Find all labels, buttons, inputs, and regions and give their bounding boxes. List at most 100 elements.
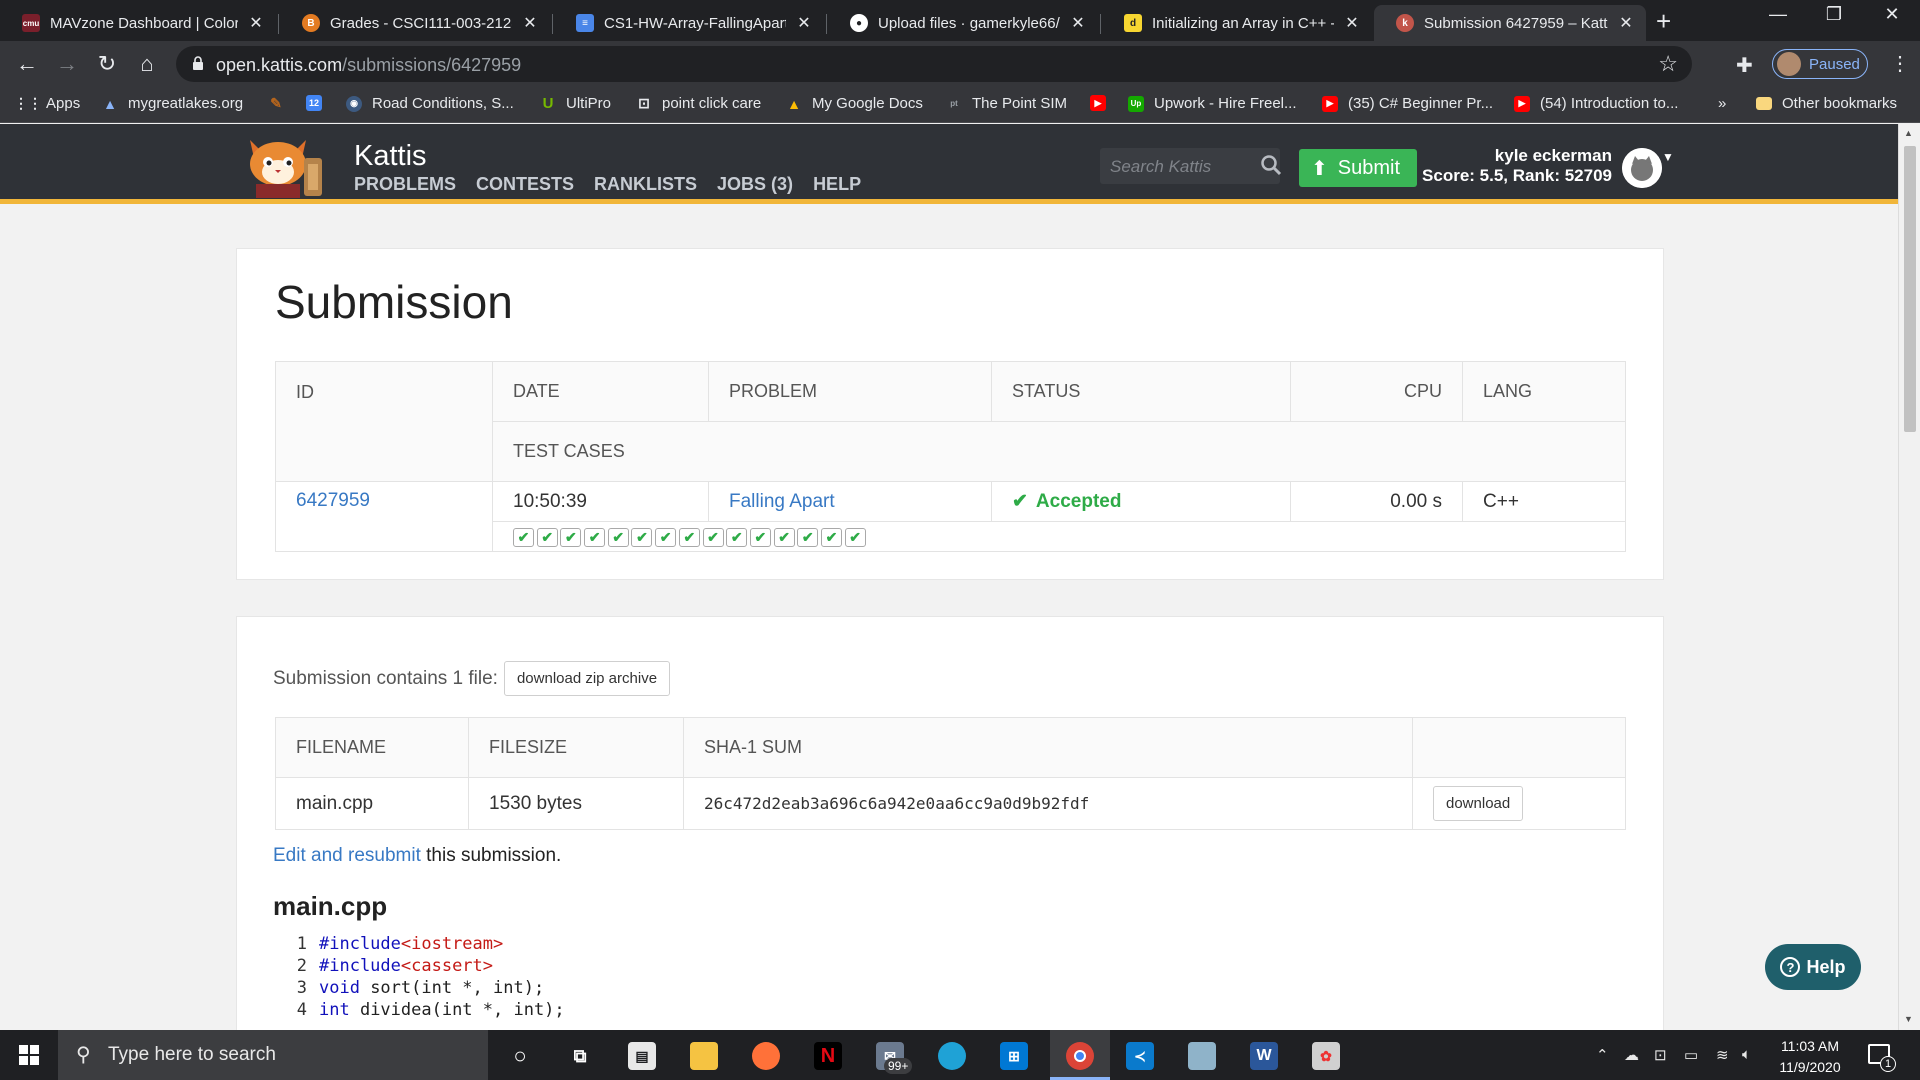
taskbar-search-input[interactable]: ⚲ Type here to search	[58, 1030, 488, 1080]
problem-link[interactable]: Falling Apart	[729, 491, 835, 512]
browser-tab[interactable]: d Initializing an Array in C++ - ✕	[1102, 5, 1372, 41]
test-case-passed-icon[interactable]: ✔	[726, 527, 748, 547]
avatar[interactable]	[1622, 148, 1662, 188]
test-case-passed-icon[interactable]: ✔	[773, 527, 795, 547]
test-case-passed-icon[interactable]: ✔	[631, 527, 653, 547]
nav-ranklists[interactable]: RANKLISTS	[594, 174, 697, 195]
tray-app-icon[interactable]: ⊡	[1654, 1046, 1667, 1064]
test-case-passed-icon[interactable]: ✔	[844, 527, 866, 547]
volume-icon[interactable]: 🔈︎	[1742, 1046, 1751, 1063]
menu-icon[interactable]: ⋮	[1890, 51, 1910, 76]
bookmark-pointclickcare[interactable]: ⊡ point click care	[636, 95, 761, 112]
nav-problems[interactable]: PROBLEMS	[354, 174, 456, 195]
task-view-icon[interactable]: ⧉	[566, 1042, 594, 1070]
bookmark-other[interactable]: Other bookmarks	[1756, 95, 1897, 112]
test-case-passed-icon[interactable]: ✔	[607, 527, 629, 547]
submit-button[interactable]: ⬆ Submit	[1299, 149, 1417, 187]
bookmark-road-conditions[interactable]: ◉ Road Conditions, S...	[346, 95, 514, 112]
test-case-passed-icon[interactable]: ✔	[536, 527, 558, 547]
nav-jobs[interactable]: JOBS (3)	[717, 174, 793, 195]
bookmark-feather[interactable]: ✎	[268, 95, 294, 111]
submission-id-link[interactable]: 6427959	[296, 490, 370, 511]
test-case-passed-icon[interactable]: ✔	[797, 527, 819, 547]
vscode-icon[interactable]: ≺	[1126, 1042, 1154, 1070]
bookmark-google-docs[interactable]: ▲ My Google Docs	[786, 95, 923, 112]
store-icon[interactable]: ⊞	[1000, 1042, 1028, 1070]
test-case-passed-icon[interactable]: ✔	[513, 527, 534, 547]
help-button[interactable]: ? Help	[1765, 944, 1861, 990]
notes-app-icon[interactable]	[1188, 1042, 1216, 1070]
profile-button[interactable]: Paused	[1772, 49, 1868, 79]
extensions-icon[interactable]: ✚	[1736, 53, 1753, 78]
test-case-passed-icon[interactable]: ✔	[584, 527, 606, 547]
page-scrollbar[interactable]: ▲ ▼	[1898, 124, 1920, 1030]
restore-icon[interactable]: ❐	[1814, 4, 1854, 25]
battery-icon[interactable]: ▭	[1684, 1046, 1698, 1064]
close-tab-icon[interactable]: ✕	[520, 13, 540, 33]
bookmark-csharp-beginner[interactable]: ▶ (35) C# Beginner Pr...	[1322, 95, 1493, 112]
file-explorer-icon[interactable]	[690, 1042, 718, 1070]
back-icon[interactable]: ←	[12, 50, 42, 78]
taskbar-clock[interactable]: 11:03 AM 11/9/2020	[1762, 1036, 1858, 1078]
close-tab-icon[interactable]: ✕	[794, 13, 814, 33]
user-info[interactable]: kyle eckerman Score: 5.5, Rank: 52709	[1420, 146, 1612, 186]
bookmark-introduction[interactable]: ▶ (54) Introduction to...	[1514, 95, 1678, 112]
bookmark-upwork[interactable]: Up Upwork - Hire Freel...	[1128, 95, 1297, 112]
bookmark-star-icon[interactable]: ☆	[1658, 51, 1678, 77]
test-case-passed-icon[interactable]: ✔	[655, 527, 677, 547]
cortana-icon[interactable]: ○	[506, 1042, 534, 1070]
download-zip-button[interactable]: download zip archive	[503, 661, 671, 696]
home-icon[interactable]: ⌂	[132, 50, 162, 78]
browser-tab-active[interactable]: k Submission 6427959 – Kattis, ✕	[1374, 5, 1646, 41]
scrollbar-thumb[interactable]	[1904, 146, 1916, 432]
scroll-up-icon[interactable]: ▲	[1904, 128, 1913, 138]
browser-tab[interactable]: ≡ CS1-HW-Array-FallingApart- ✕	[554, 5, 824, 41]
address-bar[interactable]: open.kattis.com/submissions/6427959 ☆	[176, 46, 1692, 82]
bookmark-point-sim[interactable]: pt The Point SIM	[946, 95, 1067, 112]
kattis-search-input[interactable]: Search Kattis	[1100, 148, 1282, 184]
nav-help[interactable]: HELP	[813, 174, 861, 195]
kattis-logo-icon[interactable]	[240, 134, 336, 200]
browser-tab[interactable]: cmu MAVzone Dashboard | Colora ✕	[0, 5, 276, 41]
bookmark-youtube[interactable]: ▶	[1090, 95, 1116, 111]
close-tab-icon[interactable]: ✕	[246, 13, 266, 33]
network-error-icon[interactable]: ☁	[1624, 1046, 1639, 1064]
reload-icon[interactable]: ↻	[92, 50, 122, 78]
bookmarks-overflow-button[interactable]: »	[1718, 95, 1726, 112]
browser-tab[interactable]: B Grades - CSCI111-003-21283 ✕	[280, 5, 550, 41]
close-window-icon[interactable]: ✕	[1872, 4, 1912, 25]
download-file-button[interactable]: download	[1433, 786, 1524, 821]
search-icon[interactable]	[1260, 154, 1282, 176]
windows-start-icon[interactable]	[19, 1045, 39, 1065]
netflix-icon[interactable]: N	[814, 1042, 842, 1070]
tray-overflow-icon[interactable]: ⌃	[1596, 1046, 1609, 1064]
browser-tab[interactable]: ● Upload files · gamerkyle66/c ✕	[828, 5, 1098, 41]
forward-icon[interactable]: →	[52, 50, 82, 78]
minimize-icon[interactable]: —	[1758, 4, 1798, 25]
test-case-passed-icon[interactable]: ✔	[749, 527, 771, 547]
chrome-icon[interactable]	[1066, 1042, 1094, 1070]
close-tab-icon[interactable]: ✕	[1616, 13, 1636, 33]
bookmark-calendar[interactable]: 12	[306, 95, 332, 111]
kattis-brand[interactable]: Kattis	[354, 140, 427, 173]
close-tab-icon[interactable]: ✕	[1068, 13, 1088, 33]
bookmark-mygreatlakes[interactable]: ▲ mygreatlakes.org	[102, 95, 243, 112]
test-case-passed-icon[interactable]: ✔	[702, 527, 724, 547]
word-icon[interactable]: W	[1250, 1042, 1278, 1070]
edit-resubmit-link[interactable]: Edit and resubmit	[273, 845, 421, 866]
store-bag-icon[interactable]: ▤	[628, 1042, 656, 1070]
user-menu-caret-icon[interactable]: ▼	[1662, 150, 1674, 164]
wifi-icon[interactable]: ≋	[1716, 1046, 1729, 1064]
bookmark-apps[interactable]: ⋮⋮ Apps	[14, 95, 80, 112]
test-case-passed-icon[interactable]: ✔	[820, 527, 842, 547]
close-tab-icon[interactable]: ✕	[1342, 13, 1362, 33]
nav-contests[interactable]: CONTESTS	[476, 174, 574, 195]
scroll-down-icon[interactable]: ▼	[1904, 1014, 1913, 1024]
bookmark-ultipro[interactable]: U UltiPro	[540, 95, 611, 112]
test-case-passed-icon[interactable]: ✔	[678, 527, 700, 547]
firefox-icon[interactable]	[752, 1042, 780, 1070]
test-case-passed-icon[interactable]: ✔	[560, 527, 582, 547]
paint-icon[interactable]: ✿	[1312, 1042, 1340, 1070]
new-tab-icon[interactable]: +	[1656, 6, 1671, 37]
edge-icon[interactable]	[938, 1042, 966, 1070]
